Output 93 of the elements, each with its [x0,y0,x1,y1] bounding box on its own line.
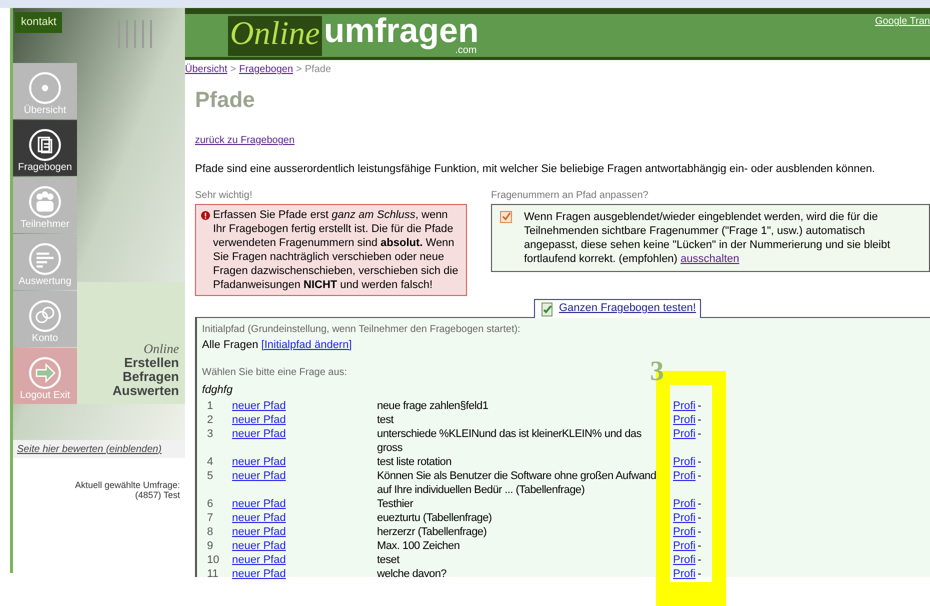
dash-text: - [698,426,702,440]
profi-link[interactable]: Profi [673,552,696,566]
dash-text: - [698,412,702,426]
question-number: 11 [206,566,220,580]
page-title: Pfade [195,87,256,113]
circle-icon [28,242,62,276]
profi-link[interactable]: Profi [673,398,696,412]
contact-link[interactable]: kontakt [15,12,62,32]
profi-link[interactable]: Profi [673,412,696,426]
profi-link[interactable]: Profi [673,468,696,482]
question-text: Testhier [377,496,414,510]
choose-question-label: Wählen Sie bitte eine Frage aus: [202,366,348,380]
question-number: 7 [206,510,214,524]
question-text: herzerzr (Tabellenfrage) [377,524,488,538]
question-text: test liste rotation [377,454,452,468]
profi-link[interactable]: Profi [673,426,696,440]
numbering-text: Wenn Fragen ausgeblendet/wieder eingeblendet werden, wird die für die Teilnehmenden sichtbare Fragenummer ("Frage 1", usw.) automatisch angepasst, diese sehen keine "Lücken" in der Nummerierung und sie bleibt fortlaufend korrekt. (empfohlen) ausschalten [524,210,892,266]
profi-link[interactable]: Profi [673,538,696,552]
breadcrumb-link[interactable]: Fragebogen [239,62,294,77]
dash-text: - [698,566,702,580]
question-number: 9 [206,538,214,552]
numbering-checkbox[interactable] [500,210,512,222]
test-questionnaire-button[interactable]: Ganzen Fragebogen testen! [534,298,701,318]
disable-link[interactable]: ausschalten [680,252,740,264]
new-path-link[interactable]: neuer Pfad [232,566,377,580]
dash-text: - [698,468,702,482]
question-number: 2 [206,412,214,426]
breadcrumb-current: Pfade [304,63,332,77]
tagline-text: Erstellen [124,356,179,370]
new-path-link[interactable]: neuer Pfad [232,412,377,426]
warning-text: Erfassen Sie Pfade erst ganz am Schluss, wenn Ihr Fragebogen fertig erstellt ist. Die für die Pfade verwendeten Fragenummern sind absolut. Wenn Sie Fragen nachträglich verschieben oder neue Fragen dazwischenschieben, verschieben sich die Pfadanweisungen NICHT und werden falsch! [213,208,460,292]
dash-text: - [698,552,702,566]
tagline-text: Auswerten [112,384,179,398]
alert-icon [201,210,210,220]
new-path-link[interactable]: neuer Pfad [232,510,377,524]
tagline-text: Online [144,342,179,356]
question-text: welche davon? [377,566,448,580]
new-path-link[interactable]: neuer Pfad [232,426,377,440]
warning-heading: Sehr wichtig! [195,188,254,202]
question-number: 6 [206,496,214,510]
question-text: Können Sie als Benutzer die Software ohne großen Aufwand auf Ihre individuellen Bedür ... (Tabellenfrage) [377,468,658,496]
circle-icon [28,128,62,162]
annotation-number: 3 [650,358,664,386]
initial-path-value: Alle Fragen [202,338,258,352]
numbering-heading: Fragenummern an Pfad anpassen? [491,188,650,202]
question-text: teset [377,552,401,566]
new-path-link[interactable]: neuer Pfad [232,454,377,468]
nav-item[interactable]: Fragebogen [13,120,77,176]
profi-link[interactable]: Profi [673,510,696,524]
logo-online: Online [228,16,322,56]
circle-icon [28,185,62,219]
circle-icon [28,299,62,333]
new-path-link[interactable]: neuer Pfad [232,552,377,566]
dash-text: - [698,524,702,538]
question-number: 5 [206,468,214,484]
question-number: 3 [206,426,214,442]
question-number: 1 [206,398,214,412]
change-initial-path-link[interactable]: [Initialpfad ändern] [261,336,352,353]
breadcrumb-separator: > [296,63,302,77]
dash-text: - [698,496,702,510]
circle-icon [28,71,62,105]
initial-path-label: Initialpfad (Grundeinstellung, wenn Teilnehmer den Fragebogen startet): [202,322,522,336]
intro-text: Pfade sind eine ausserordentlich leistungsfähige Funktion, mit welcher Sie beliebige Fragen antwortabhängig ein- oder ausblenden können. [195,162,876,177]
dash-text: - [698,454,702,468]
question-text: euezturtu (Tabellenfrage) [377,510,493,524]
breadcrumb-separator: > [230,63,236,77]
checklist-icon [539,300,555,316]
barcode-icon [117,20,154,48]
profi-link[interactable]: Profi [673,496,696,510]
profi-link[interactable]: Profi [673,524,696,538]
new-path-link[interactable]: neuer Pfad [232,496,377,510]
back-link[interactable]: zurück zu Fragebogen [195,133,930,148]
current-survey-label: Aktuell gewählte Umfrage: [74,480,180,490]
question-number: 10 [206,552,220,566]
profi-link[interactable]: Profi [673,454,696,468]
breadcrumb-link[interactable]: Übersicht [185,62,228,77]
question-text: neue frage zahlen§feld1 [377,398,490,412]
new-path-link[interactable]: neuer Pfad [232,398,377,412]
new-path-link[interactable]: neuer Pfad [232,524,377,538]
current-survey-value: (4857) Test [135,490,180,500]
question-number: 4 [206,454,214,468]
dash-text: - [698,510,702,524]
new-path-link[interactable]: neuer Pfad [232,468,377,482]
logo-suffix: .com [455,46,477,56]
question-text: test [377,412,395,426]
dash-text: - [698,538,702,552]
question-text: Max. 100 Zeichen [377,538,461,552]
dash-text: - [698,398,702,412]
group-name: fdghfg [202,383,234,398]
new-path-link[interactable]: neuer Pfad [232,538,377,552]
question-number: 8 [206,524,214,538]
tagline-text: Befragen [122,370,179,384]
profi-link[interactable]: Profi [673,566,696,580]
